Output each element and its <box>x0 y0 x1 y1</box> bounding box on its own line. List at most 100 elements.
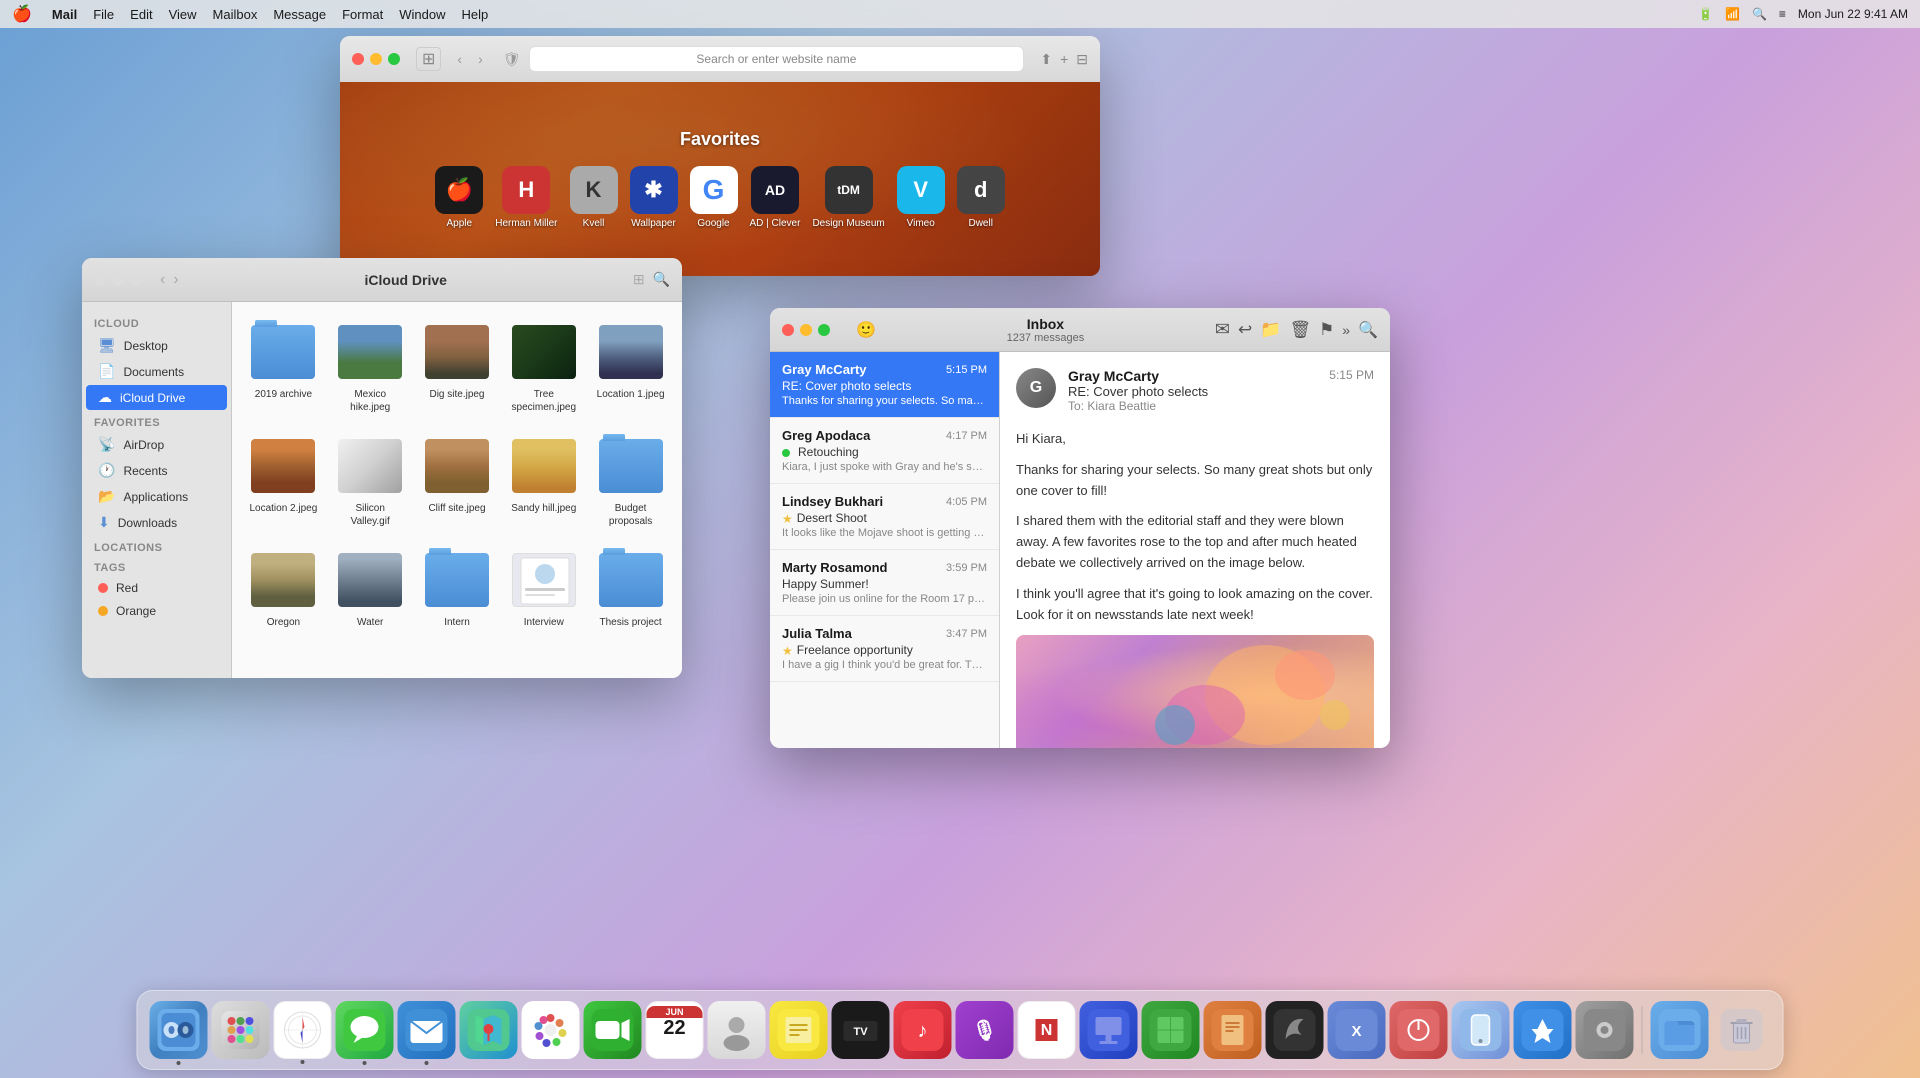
mail-item-lindsey[interactable]: Lindsey Bukhari 4:05 PM ★ Desert Shoot I… <box>770 484 999 550</box>
dock-trash[interactable] <box>1713 1001 1771 1059</box>
dock-facetime[interactable] <box>584 1001 642 1059</box>
dock-maps[interactable] <box>460 1001 518 1059</box>
dock-podcasts[interactable]: 🎙 <box>956 1001 1014 1059</box>
mail-compose-icon[interactable]: ✉ <box>1215 319 1230 340</box>
file-dig-site[interactable]: Dig site.jpeg <box>418 314 497 420</box>
safari-forward-button[interactable]: › <box>474 49 487 69</box>
file-budget[interactable]: Budget proposals <box>591 428 670 534</box>
fav-google[interactable]: G Google <box>690 166 738 229</box>
dock-instruments2[interactable] <box>1390 1001 1448 1059</box>
file-interview[interactable]: Interview <box>504 542 583 635</box>
safari-add-tab-icon[interactable]: + <box>1060 51 1068 68</box>
file-thesis[interactable]: Thesis project <box>591 542 670 635</box>
dock-finder[interactable] <box>150 1001 208 1059</box>
fav-vimeo[interactable]: V Vimeo <box>897 166 945 229</box>
sidebar-item-airdrop[interactable]: 📡 AirDrop <box>86 432 227 457</box>
menubar-help[interactable]: Help <box>462 7 489 22</box>
mail-more-icon[interactable]: » <box>1342 322 1350 338</box>
safari-minimize-button[interactable] <box>370 53 382 65</box>
finder-search-icon[interactable]: 🔍 <box>653 271 670 288</box>
mail-flag-icon[interactable]: ⚑ <box>1319 320 1334 340</box>
safari-sidebar-icon[interactable]: ⊟ <box>1076 51 1088 68</box>
menubar-app-name[interactable]: Mail <box>52 7 77 22</box>
safari-tab-button[interactable]: ⊞ <box>416 47 441 71</box>
sidebar-tag-orange[interactable]: Orange <box>86 600 227 622</box>
finder-close-button[interactable] <box>94 274 106 286</box>
dock-news[interactable]: N <box>1018 1001 1076 1059</box>
finder-view-toggle[interactable]: ⊞ <box>633 271 645 288</box>
menubar-format[interactable]: Format <box>342 7 383 22</box>
sidebar-item-documents[interactable]: 📄 Documents <box>86 359 227 384</box>
mail-item-gray-mccarty[interactable]: Gray McCarty 5:15 PM RE: Cover photo sel… <box>770 352 999 418</box>
menubar-view[interactable]: View <box>169 7 197 22</box>
dock-notes[interactable] <box>770 1001 828 1059</box>
safari-address-bar[interactable]: Search or enter website name <box>529 46 1025 72</box>
finder-zoom-button[interactable] <box>130 274 142 286</box>
safari-zoom-button[interactable] <box>388 53 400 65</box>
apple-menu-icon[interactable]: 🍎 <box>12 4 32 24</box>
mail-item-julia[interactable]: Julia Talma 3:47 PM ★ Freelance opportun… <box>770 616 999 682</box>
search-icon[interactable]: 🔍 <box>1752 7 1767 21</box>
mail-reply-icon[interactable]: ↩ <box>1238 320 1252 340</box>
fav-dwell[interactable]: d Dwell <box>957 166 1005 229</box>
fav-kvell[interactable]: K Kvell <box>570 166 618 229</box>
mail-delete-icon[interactable]: 🗑 <box>1289 320 1311 340</box>
menubar-window[interactable]: Window <box>399 7 445 22</box>
fav-wallpaper[interactable]: ✱ Wallpaper <box>630 166 678 229</box>
menubar-file[interactable]: File <box>93 7 114 22</box>
sidebar-tag-red[interactable]: Red <box>86 577 227 599</box>
dock-sysprefs[interactable] <box>1576 1001 1634 1059</box>
mail-minimize-button[interactable] <box>800 324 812 336</box>
dock-appstore[interactable] <box>1514 1001 1572 1059</box>
dock-safari[interactable] <box>274 1001 332 1059</box>
safari-share-icon[interactable]: ⬆ <box>1040 51 1052 68</box>
dock-music[interactable]: ♪ <box>894 1001 952 1059</box>
dock-files[interactable] <box>1651 1001 1709 1059</box>
mail-move-icon[interactable]: 📁 <box>1260 320 1281 340</box>
dock-simulator[interactable] <box>1452 1001 1510 1059</box>
file-cliff-site[interactable]: Cliff site.jpeg <box>418 428 497 534</box>
finder-forward-button[interactable]: › <box>173 271 178 289</box>
file-location1[interactable]: Location 1.jpeg <box>591 314 670 420</box>
fav-apple[interactable]: 🍎 Apple <box>435 166 483 229</box>
safari-back-button[interactable]: ‹ <box>453 49 466 69</box>
file-intern[interactable]: Intern <box>418 542 497 635</box>
finder-back-button[interactable]: ‹ <box>160 271 165 289</box>
dock-instrument[interactable] <box>1266 1001 1324 1059</box>
dock-launchpad[interactable] <box>212 1001 270 1059</box>
mail-zoom-button[interactable] <box>818 324 830 336</box>
file-tree-specimen[interactable]: Tree specimen.jpeg <box>504 314 583 420</box>
menubar-mailbox[interactable]: Mailbox <box>213 7 258 22</box>
file-2019-archive[interactable]: 2019 archive <box>244 314 323 420</box>
dock-contacts[interactable] <box>708 1001 766 1059</box>
file-water[interactable]: Water <box>331 542 410 635</box>
fav-tdm[interactable]: tDM Design Museum <box>812 166 884 229</box>
dock-mail[interactable] <box>398 1001 456 1059</box>
dock-tv[interactable]: TV <box>832 1001 890 1059</box>
dock-calendar[interactable]: JUN 22 <box>646 1001 704 1059</box>
mail-item-greg-apodaca[interactable]: Greg Apodaca 4:17 PM Retouching Kiara, I… <box>770 418 999 484</box>
sidebar-item-recents[interactable]: 🕐 Recents <box>86 458 227 483</box>
safari-close-button[interactable] <box>352 53 364 65</box>
file-location2[interactable]: Location 2.jpeg <box>244 428 323 534</box>
mail-item-marty[interactable]: Marty Rosamond 3:59 PM Happy Summer! Ple… <box>770 550 999 616</box>
menubar-edit[interactable]: Edit <box>130 7 152 22</box>
mail-close-button[interactable] <box>782 324 794 336</box>
dock-photos[interactable] <box>522 1001 580 1059</box>
file-silicon-valley[interactable]: Silicon Valley.gif <box>331 428 410 534</box>
dock-keynote[interactable] <box>1080 1001 1138 1059</box>
sidebar-item-icloud-drive[interactable]: ☁ iCloud Drive <box>86 385 227 410</box>
dock-xcode[interactable]: X <box>1328 1001 1386 1059</box>
mail-emoji-icon[interactable]: 🙂 <box>856 320 876 340</box>
mail-search-icon[interactable]: 🔍 <box>1358 320 1378 340</box>
sidebar-item-downloads[interactable]: ⬇ Downloads <box>86 510 227 535</box>
file-mexico-hike[interactable]: Mexico hike.jpeg <box>331 314 410 420</box>
dock-pages[interactable] <box>1204 1001 1262 1059</box>
menubar-message[interactable]: Message <box>273 7 326 22</box>
finder-minimize-button[interactable] <box>112 274 124 286</box>
fav-ad[interactable]: AD AD | Clever <box>750 166 801 229</box>
sidebar-item-desktop[interactable]: 🖥 Desktop <box>86 333 227 358</box>
dock-messages[interactable] <box>336 1001 394 1059</box>
sidebar-item-applications[interactable]: 📂 Applications <box>86 484 227 509</box>
fav-herman[interactable]: H Herman Miller <box>495 166 557 229</box>
